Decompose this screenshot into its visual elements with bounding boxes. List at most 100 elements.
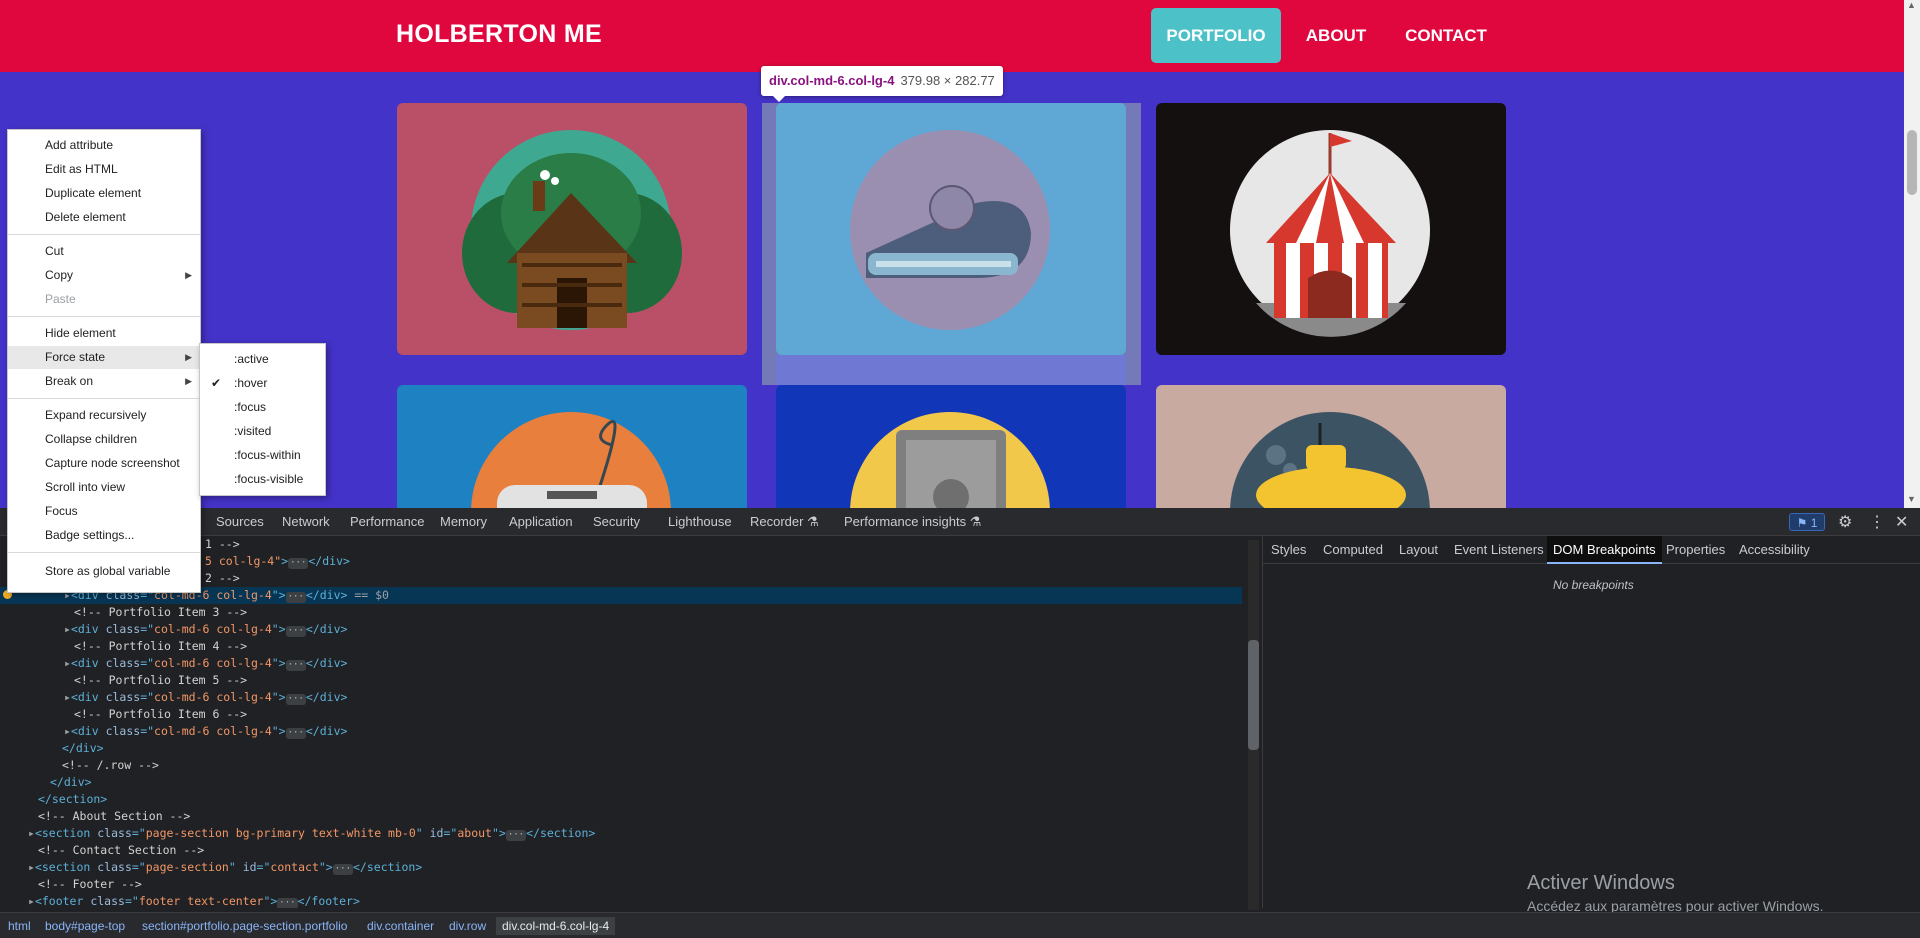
navbar: HOLBERTON ME PORTFOLIO ABOUT CONTACT — [0, 0, 1904, 72]
crumb-container[interactable]: div.container — [367, 917, 434, 935]
portfolio-item-game[interactable] — [397, 385, 747, 508]
chevron-right-icon: ▶ — [185, 352, 192, 362]
menu-copy[interactable]: Copy ▶ — [8, 264, 200, 287]
menu-badge-settings[interactable]: Badge settings... — [8, 524, 200, 547]
menu-paste: Paste — [45, 292, 76, 306]
tab-recorder[interactable]: Recorder ⚗ — [750, 508, 819, 536]
portfolio-item-cabin[interactable] — [397, 103, 747, 355]
state-focus[interactable]: :focus — [200, 395, 325, 419]
menu-edit-as-html[interactable]: Edit as HTML — [8, 158, 200, 181]
dom-line[interactable]: <!-- /.row --> — [62, 757, 159, 774]
close-icon[interactable]: ✕ — [1895, 512, 1908, 532]
dom-line[interactable]: ▸<div class="col-md-6 col-lg-4"> ··· </div… — [64, 655, 347, 672]
menu-duplicate-element[interactable]: Duplicate element — [8, 182, 200, 205]
tab-event-listeners[interactable]: Event Listeners — [1454, 536, 1544, 564]
state-hover-label: :hover — [234, 376, 268, 390]
menu-capture-node-screenshot[interactable]: Capture node screenshot — [8, 452, 200, 475]
menu-cut[interactable]: Cut — [8, 240, 200, 263]
dom-line[interactable]: ▸<div class="col-md-6 col-lg-4"> ··· </div… — [64, 621, 347, 638]
dom-attr-value: page-section — [145, 860, 229, 874]
dom-line[interactable]: <!-- About Section --> — [38, 808, 190, 825]
menu-collapse-children[interactable]: Collapse children — [8, 428, 200, 451]
crumb-section[interactable]: section#portfolio.page-section.portfolio — [142, 917, 347, 935]
tab-security[interactable]: Security — [593, 508, 640, 536]
dom-line[interactable]: ▸<div class="col-md-6 col-lg-4"> ··· </div… — [64, 723, 347, 740]
scroll-up-icon[interactable]: ▲ — [1907, 0, 1916, 10]
tab-application[interactable]: Application — [509, 508, 573, 536]
page-scrollbar-track[interactable] — [1904, 0, 1920, 508]
state-focus-visible[interactable]: :focus-visible — [200, 467, 325, 491]
dom-attr-value: contact — [270, 860, 319, 874]
issues-badge[interactable]: ⚑ 1 — [1789, 513, 1825, 531]
tab-accessibility[interactable]: Accessibility — [1739, 536, 1810, 564]
dom-tag: </section> — [38, 792, 108, 806]
state-visited[interactable]: :visited — [200, 419, 325, 443]
tab-dom-breakpoints[interactable]: DOM Breakpoints — [1547, 536, 1662, 564]
gear-icon[interactable]: ⚙ — [1838, 512, 1852, 532]
dom-scrollbar-thumb[interactable] — [1248, 640, 1259, 750]
dom-comment: 1 --> — [205, 537, 240, 551]
dom-line[interactable]: 2 --> — [205, 570, 240, 587]
dom-comment: <!-- Footer --> — [38, 877, 142, 891]
brand-logo[interactable]: HOLBERTON ME — [396, 20, 602, 49]
selected-marker: == $0 — [347, 588, 389, 602]
menu-break-on[interactable]: Break on ▶ — [8, 370, 200, 393]
element-highlight-padding — [776, 355, 1126, 385]
page-scrollbar-thumb[interactable] — [1907, 130, 1917, 195]
tab-performance[interactable]: Performance — [350, 508, 424, 536]
tab-network[interactable]: Network — [282, 508, 330, 536]
dom-line[interactable]: ▸<section class="page-section" id="conta… — [28, 859, 422, 876]
menu-store-as-global-variable[interactable]: Store as global variable — [8, 560, 200, 583]
issues-count: 1 — [1810, 516, 1818, 530]
portfolio-item-safe[interactable] — [776, 385, 1126, 508]
menu-add-attribute[interactable]: Add attribute — [8, 134, 200, 157]
menu-force-state[interactable]: Force state ▶ — [8, 346, 200, 369]
more-options-icon[interactable]: ⋮ — [1869, 512, 1885, 532]
dom-comment: <!-- /.row --> — [62, 758, 159, 772]
tab-properties[interactable]: Properties — [1666, 536, 1725, 564]
dom-line[interactable]: ▸<div class="col-md-6 col-lg-4"> ··· </div… — [64, 689, 347, 706]
portfolio-item-submarine[interactable] — [1156, 385, 1506, 508]
nav-contact[interactable]: CONTACT — [1396, 8, 1496, 63]
tab-styles[interactable]: Styles — [1271, 536, 1306, 564]
dom-line[interactable]: <!-- Portfolio Item 4 --> — [74, 638, 247, 655]
dom-line[interactable]: </section> — [38, 791, 107, 808]
menu-separator — [8, 398, 200, 399]
dom-line[interactable]: <!-- Portfolio Item 5 --> — [74, 672, 247, 689]
dom-tag: </div> — [50, 775, 92, 789]
menu-focus[interactable]: Focus — [8, 500, 200, 523]
dom-line[interactable]: ▸<section class="page-section bg-primary… — [28, 825, 595, 842]
crumb-body[interactable]: body#page-top — [45, 917, 125, 935]
menu-expand-recursively[interactable]: Expand recursively — [8, 404, 200, 427]
dom-line[interactable]: <!-- Portfolio Item 3 --> — [74, 604, 247, 621]
state-active[interactable]: :active — [200, 347, 325, 371]
portfolio-item-cake[interactable] — [776, 103, 1126, 355]
tab-layout[interactable]: Layout — [1399, 536, 1438, 564]
dom-line[interactable]: 1 --> — [205, 536, 240, 553]
crumb-selected-div[interactable]: div.col-md-6.col-lg-4 — [496, 917, 616, 935]
state-hover[interactable]: ✔:hover — [200, 371, 325, 395]
nav-portfolio[interactable]: PORTFOLIO — [1151, 8, 1281, 63]
dom-line[interactable]: </div> — [50, 774, 92, 791]
dom-line[interactable]: ▸<footer class="footer text-center"> ··· <… — [28, 893, 360, 908]
state-focus-within[interactable]: :focus-within — [200, 443, 325, 467]
tab-computed[interactable]: Computed — [1323, 536, 1383, 564]
dom-line[interactable]: <!-- Footer --> — [38, 876, 142, 893]
dom-line[interactable]: </div> — [62, 740, 104, 757]
crumb-html[interactable]: html — [8, 917, 31, 935]
dom-line[interactable]: <!-- Contact Section --> — [38, 842, 204, 859]
menu-hide-element[interactable]: Hide element — [8, 322, 200, 345]
menu-scroll-into-view[interactable]: Scroll into view — [8, 476, 200, 499]
scroll-down-icon[interactable]: ▼ — [1907, 494, 1916, 504]
chevron-right-icon: ▶ — [185, 376, 192, 386]
tab-lighthouse[interactable]: Lighthouse — [668, 508, 732, 536]
tab-memory[interactable]: Memory — [440, 508, 487, 536]
dom-line[interactable]: <!-- Portfolio Item 6 --> — [74, 706, 247, 723]
tab-performance-insights[interactable]: Performance insights ⚗ — [844, 508, 981, 536]
tab-sources[interactable]: Sources — [216, 508, 264, 536]
crumb-row[interactable]: div.row — [449, 917, 486, 935]
menu-delete-element[interactable]: Delete element — [8, 206, 200, 229]
nav-about[interactable]: ABOUT — [1292, 8, 1380, 63]
portfolio-item-circus[interactable] — [1156, 103, 1506, 355]
dom-line[interactable]: 5 col-lg-4"> ··· </div> — [205, 553, 350, 570]
